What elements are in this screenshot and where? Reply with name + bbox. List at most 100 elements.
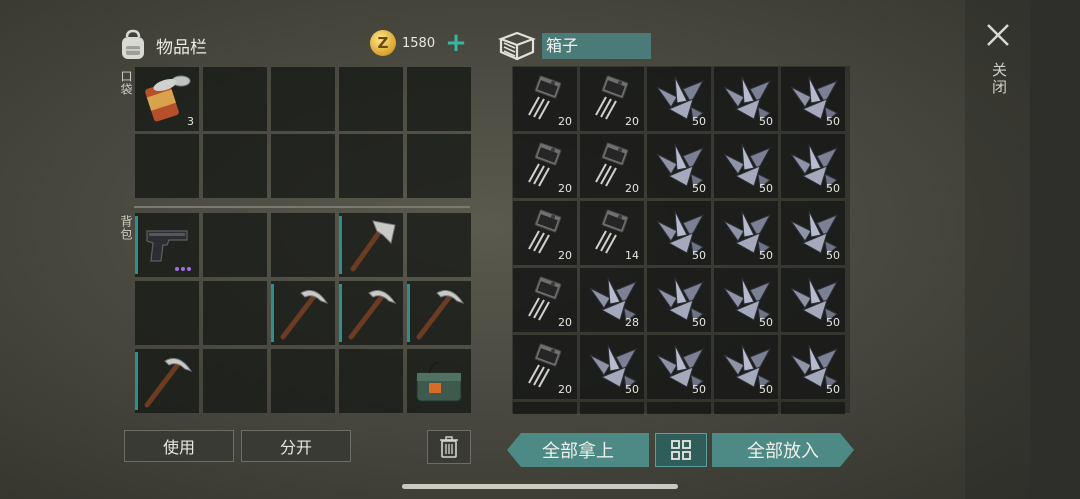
item-count: 50: [759, 182, 773, 195]
container-slot[interactable]: 50: [714, 268, 778, 332]
item-count: 50: [692, 249, 706, 262]
container-slot[interactable]: 50: [647, 67, 711, 131]
inventory-slot[interactable]: [339, 213, 403, 277]
container-name: 箱子: [542, 33, 651, 59]
inventory-slot[interactable]: [407, 213, 471, 277]
container-slot[interactable]: 50: [714, 335, 778, 399]
inventory-slot[interactable]: [271, 349, 335, 413]
item-count: 20: [625, 182, 639, 195]
item-count: 50: [692, 115, 706, 128]
container-slot[interactable]: [513, 402, 577, 414]
container-header: 箱子: [498, 30, 651, 62]
use-button[interactable]: 使用: [124, 430, 234, 462]
inventory-slot[interactable]: [203, 281, 267, 345]
item-count: 20: [625, 115, 639, 128]
container-slot[interactable]: 50: [580, 335, 644, 399]
container-slot[interactable]: 20: [513, 67, 577, 131]
coin-icon: Z: [370, 30, 396, 56]
inventory-slot[interactable]: [339, 281, 403, 345]
take-all-button[interactable]: 全部拿上: [507, 433, 649, 467]
container-slot[interactable]: 14: [580, 201, 644, 265]
inventory-slot[interactable]: [271, 213, 335, 277]
container-slot[interactable]: 50: [781, 201, 845, 265]
item-count: 28: [625, 316, 639, 329]
item-count: 20: [558, 316, 572, 329]
coin-count: 1580: [402, 35, 436, 51]
inventory-slot[interactable]: [135, 134, 199, 198]
pocket-label: 口袋: [119, 70, 133, 96]
container-slot[interactable]: 28: [580, 268, 644, 332]
rarity-dots: [175, 267, 191, 271]
item-count: 50: [826, 316, 840, 329]
sort-button[interactable]: [655, 433, 707, 467]
section-divider: [134, 206, 470, 208]
inventory-slot[interactable]: [203, 349, 267, 413]
ammo-box-icon: [416, 361, 462, 402]
container-slot[interactable]: [580, 402, 644, 414]
container-slot[interactable]: 20: [513, 134, 577, 198]
inventory-slot[interactable]: [339, 134, 403, 198]
close-icon[interactable]: [985, 22, 1011, 48]
grid-icon: [671, 440, 691, 460]
split-button[interactable]: 分开: [241, 430, 351, 462]
item-count: 20: [558, 249, 572, 262]
inventory-slot[interactable]: [407, 67, 471, 131]
item-count: 50: [759, 249, 773, 262]
item-count: 50: [692, 316, 706, 329]
item-count: 14: [625, 249, 639, 262]
container-slot[interactable]: [647, 402, 711, 414]
container-slot[interactable]: 50: [647, 268, 711, 332]
inventory-slot[interactable]: [203, 67, 267, 131]
close-label[interactable]: 关闭: [989, 62, 1010, 96]
pickaxe-icon: [416, 290, 465, 340]
trash-icon: [440, 436, 458, 458]
container-slot[interactable]: [781, 402, 845, 414]
backpack-label: 背包: [119, 215, 133, 241]
inventory-slot[interactable]: [135, 281, 199, 345]
container-slot[interactable]: 50: [781, 134, 845, 198]
item-count: 50: [759, 383, 773, 396]
container-slot[interactable]: 20: [513, 268, 577, 332]
item-count: 50: [692, 182, 706, 195]
container-slot[interactable]: 50: [714, 134, 778, 198]
inventory-slot[interactable]: [203, 213, 267, 277]
container-slot[interactable]: [714, 402, 778, 414]
trash-button[interactable]: [427, 430, 471, 464]
container-slot[interactable]: 50: [647, 335, 711, 399]
inventory-slot[interactable]: 3: [135, 67, 199, 131]
container-slot[interactable]: 50: [781, 335, 845, 399]
add-coins-button[interactable]: +: [445, 30, 467, 56]
inventory-slot[interactable]: [203, 134, 267, 198]
container-slot[interactable]: 50: [647, 201, 711, 265]
inventory-slot[interactable]: [407, 281, 471, 345]
container-slot[interactable]: 50: [714, 201, 778, 265]
inventory-slot[interactable]: [271, 281, 335, 345]
inventory-slot[interactable]: [339, 67, 403, 131]
put-all-button[interactable]: 全部放入: [712, 433, 854, 467]
container-slot[interactable]: 20: [580, 67, 644, 131]
container-slot[interactable]: 50: [781, 268, 845, 332]
item-count: 50: [826, 115, 840, 128]
inventory-slot[interactable]: [271, 134, 335, 198]
currency-display: Z 1580 +: [370, 30, 467, 56]
container-slot[interactable]: 50: [647, 134, 711, 198]
inventory-slot[interactable]: [407, 134, 471, 198]
container-slot[interactable]: 20: [513, 201, 577, 265]
inventory-slot[interactable]: [271, 67, 335, 131]
inventory-slot[interactable]: [407, 349, 471, 413]
inventory-slot[interactable]: [135, 213, 199, 277]
container-slot[interactable]: 50: [714, 67, 778, 131]
backpack-icon: [122, 29, 144, 59]
container-slot[interactable]: 50: [781, 67, 845, 131]
item-count: 3: [187, 115, 194, 128]
container-slot[interactable]: 20: [580, 134, 644, 198]
pickaxe-icon: [280, 290, 329, 340]
inventory-slot[interactable]: [339, 349, 403, 413]
item-count: 50: [759, 115, 773, 128]
container-slot[interactable]: 20: [513, 335, 577, 399]
item-count: 50: [625, 383, 639, 396]
home-indicator: [402, 484, 678, 489]
inventory-slot[interactable]: [135, 349, 199, 413]
screen-edge: [1030, 0, 1080, 499]
item-count: 20: [558, 115, 572, 128]
